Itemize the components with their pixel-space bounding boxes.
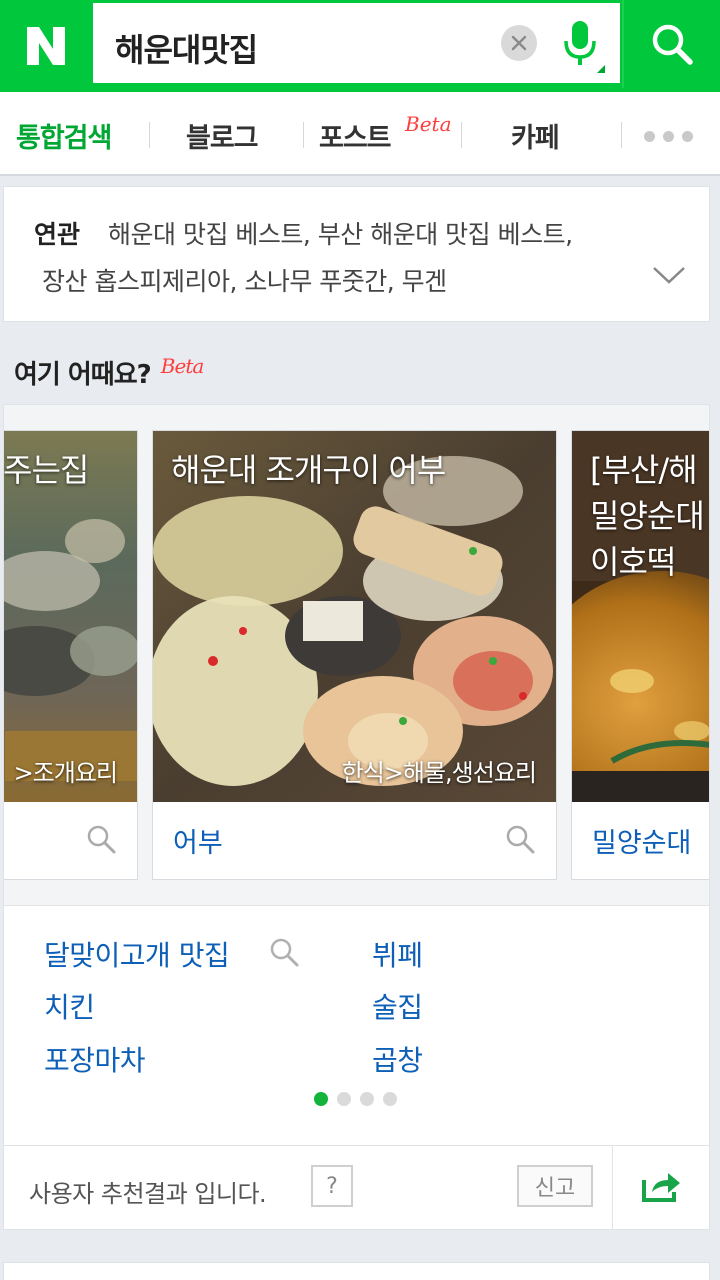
recommendation-panel: 주는집 >조개요리 해운대 조개구이 어부 한식>해물,생선요리 어부 [부산/…: [3, 404, 710, 1230]
tab-divider: [303, 122, 304, 148]
place-photo: 해운대 조개구이 어부 한식>해물,생선요리: [153, 431, 556, 802]
search-button[interactable]: [622, 0, 720, 88]
place-name-link[interactable]: 밀양순대: [592, 821, 691, 860]
search-query[interactable]: 해운대맛집: [115, 25, 258, 71]
pager-dot[interactable]: [383, 1092, 397, 1106]
tab-post[interactable]: 포스트: [319, 116, 392, 155]
beta-badge: Beta: [160, 354, 204, 378]
keyword-list: 달맞이고개 맛집 뷔페 치킨 술집 포장마차 곱창: [4, 905, 709, 1145]
search-icon[interactable]: [85, 823, 117, 855]
help-button[interactable]: ?: [311, 1165, 353, 1207]
place-name-link[interactable]: 어부: [173, 821, 223, 860]
place-category: >조개요리: [13, 759, 118, 787]
place-title: [부산/해 밀양순대 이호떡: [590, 451, 705, 581]
place-card[interactable]: [부산/해 밀양순대 이호떡 밀양순대: [571, 430, 709, 880]
report-button[interactable]: 신고: [517, 1165, 593, 1207]
section-title: 여기 어때요? Beta: [14, 354, 204, 391]
search-icon[interactable]: [504, 823, 536, 855]
place-photo: 주는집 >조개요리: [3, 431, 137, 802]
tab-integrated-search[interactable]: 통합검색: [16, 116, 112, 155]
share-icon[interactable]: [640, 1168, 684, 1204]
more-tabs-icon[interactable]: [644, 131, 693, 142]
naver-logo[interactable]: [0, 0, 92, 92]
microphone-icon[interactable]: [555, 15, 605, 75]
place-card[interactable]: 해운대 조개구이 어부 한식>해물,생선요리 어부: [152, 430, 557, 880]
search-tabs: 통합검색 블로그 포스트 Beta 카페: [0, 92, 720, 176]
place-category: 한식>해물,생선요리: [341, 759, 537, 787]
tab-divider: [149, 122, 150, 148]
keyword-link[interactable]: 치킨: [44, 986, 95, 1026]
keyword-link[interactable]: 포장마차: [44, 1039, 146, 1079]
search-input[interactable]: 해운대맛집: [93, 3, 620, 83]
pager-dot[interactable]: [337, 1092, 351, 1106]
tab-divider: [621, 122, 622, 148]
footer-note: 사용자 추천결과 입니다.: [29, 1180, 267, 1208]
tab-cafe[interactable]: 카페: [511, 116, 560, 155]
keyword-link[interactable]: 뷔페: [372, 934, 423, 974]
search-header: 해운대맛집: [0, 0, 720, 92]
keyword-link[interactable]: 곱창: [372, 1039, 423, 1079]
keyword-link[interactable]: 술집: [372, 986, 423, 1026]
panel-footer: 사용자 추천결과 입니다. ? 신고: [4, 1145, 709, 1229]
related-searches: 연관 해운대 맛집 베스트, 부산 해운대 맛집 베스트, 장산 홉스피제리아,…: [3, 186, 710, 322]
keyword-link[interactable]: 달맞이고개 맛집: [44, 934, 230, 974]
place-title: 해운대 조개구이 어부: [171, 451, 446, 489]
search-icon[interactable]: [268, 936, 300, 968]
footer-divider: [612, 1146, 613, 1229]
next-result-card: [3, 1262, 710, 1280]
tab-blog[interactable]: 블로그: [186, 116, 259, 155]
search-icon: [652, 24, 693, 65]
place-card[interactable]: 주는집 >조개요리: [3, 430, 138, 880]
related-keywords-line1[interactable]: 해운대 맛집 베스트, 부산 해운대 맛집 베스트,: [108, 215, 573, 251]
section-title-text: 여기 어때요?: [14, 360, 152, 390]
related-keywords-line2[interactable]: 장산 홉스피제리아, 소나무 푸줏간, 무겐: [42, 262, 447, 298]
close-icon[interactable]: [501, 25, 537, 61]
place-photo: [부산/해 밀양순대 이호떡: [572, 431, 709, 802]
carousel-pager: [314, 1092, 397, 1106]
pager-dot[interactable]: [314, 1092, 328, 1106]
related-label: 연관: [34, 220, 81, 249]
place-title: 주는집: [3, 451, 89, 489]
tab-divider: [461, 122, 462, 148]
chevron-down-icon[interactable]: [652, 265, 686, 285]
pager-dot[interactable]: [360, 1092, 374, 1106]
beta-badge: Beta: [405, 112, 452, 136]
